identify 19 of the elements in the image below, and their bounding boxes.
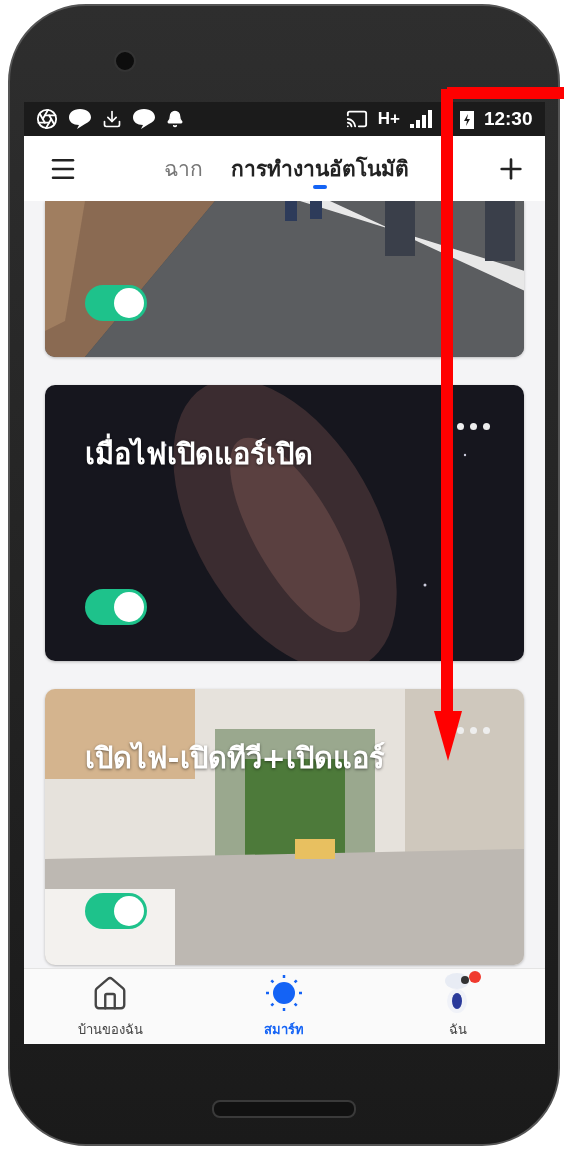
aperture-icon: [35, 108, 58, 130]
tab[interactable]: ฉาก: [149, 136, 217, 201]
more-icon[interactable]: [456, 423, 490, 430]
cast-icon: [345, 108, 368, 130]
download-icon: [101, 109, 122, 129]
battery-icon: [459, 109, 474, 129]
clock-time: 12:30: [483, 108, 533, 130]
camera-icon: [114, 50, 136, 72]
bell-icon: [165, 110, 184, 128]
sun-icon: [264, 973, 304, 1013]
tab[interactable]: การทำงานอัตโนมัติ: [216, 136, 423, 201]
nav-item[interactable]: สมาร์ท: [197, 969, 371, 1044]
chat-bubble-icon: [67, 108, 92, 130]
network-type: H+: [377, 109, 400, 129]
signal-icon: [409, 110, 432, 128]
nav-item[interactable]: บ้านของฉัน: [23, 969, 198, 1044]
chat-bubble-icon: [131, 108, 156, 130]
nav-item[interactable]: ฉัน: [370, 969, 545, 1044]
automation-title: เมื่อไฟเปิดแอร์เปิด: [84, 431, 484, 477]
